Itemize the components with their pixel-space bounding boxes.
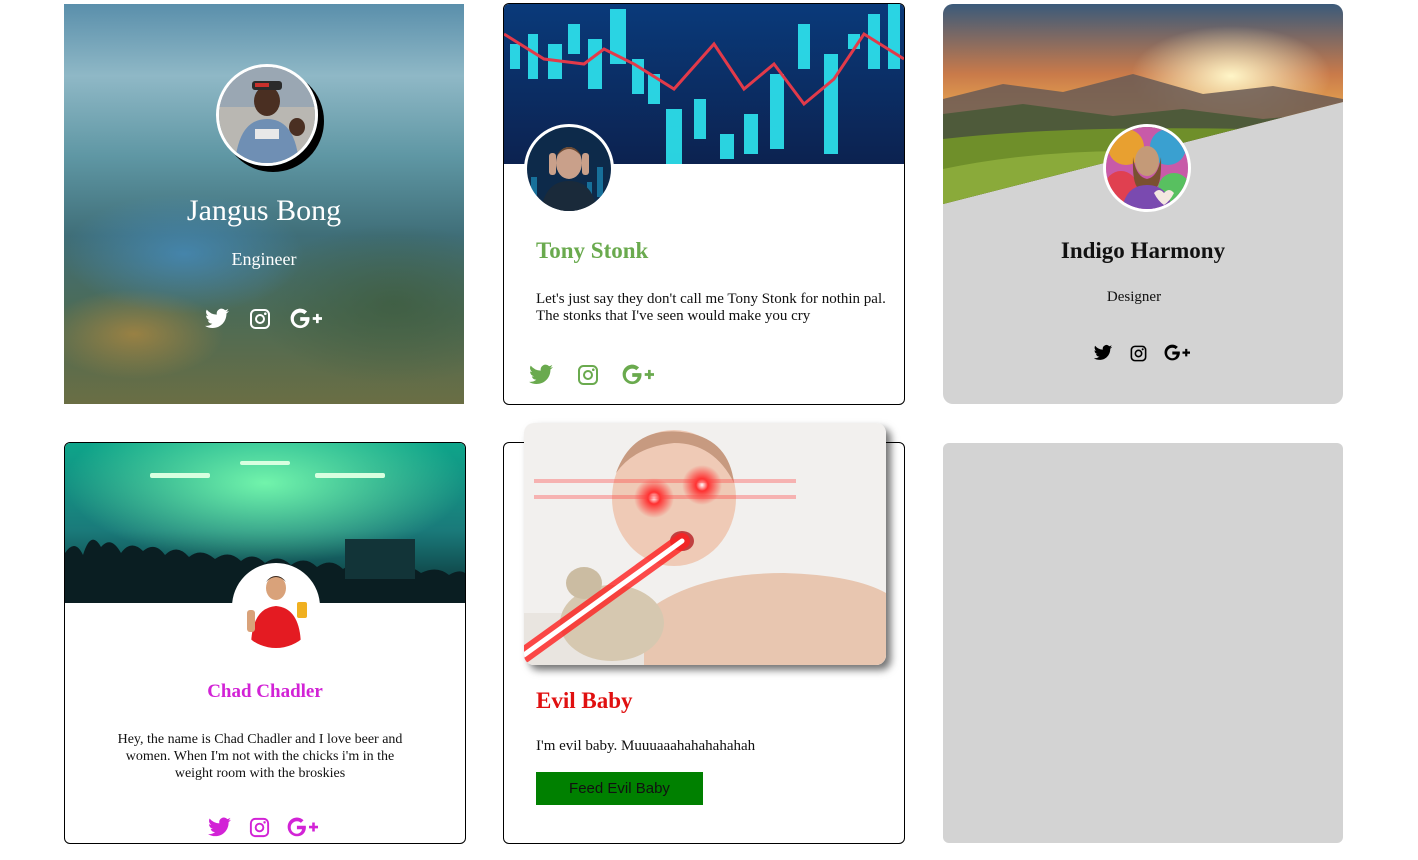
social-links	[1093, 343, 1190, 363]
google-plus-icon[interactable]	[622, 364, 654, 386]
twitter-icon[interactable]	[1093, 343, 1113, 363]
feed-evil-baby-button[interactable]: Feed Evil Baby	[536, 772, 703, 805]
profile-bio: Let's just say they don't call me Tony S…	[536, 291, 886, 324]
social-links	[528, 362, 654, 388]
profile-card-evil-baby: Evil Baby I'm evil baby. Muuuaaahahahaha…	[503, 423, 905, 844]
profile-name: Indigo Harmony	[1060, 238, 1226, 263]
google-plus-icon[interactable]	[287, 817, 318, 838]
profile-name: Jangus Bong	[186, 194, 342, 227]
profile-role: Designer	[1106, 289, 1162, 305]
instagram-icon[interactable]	[248, 307, 272, 331]
profile-card-chad: Chad Chadler Hey, the name is Chad Chadl…	[64, 442, 466, 844]
google-plus-icon[interactable]	[290, 308, 322, 330]
profile-bio: Hey, the name is Chad Chadler and I love…	[117, 732, 403, 781]
google-plus-icon[interactable]	[1164, 344, 1190, 362]
empty-card-panel	[943, 443, 1343, 843]
profile-card-jangus: Jangus Bong Engineer	[64, 4, 464, 404]
twitter-icon[interactable]	[207, 815, 232, 840]
social-links	[207, 815, 318, 840]
profile-card-tony: Tony Stonk Let's just say they don't cal…	[503, 3, 905, 405]
avatar	[524, 124, 614, 214]
avatar	[232, 563, 320, 651]
twitter-icon[interactable]	[204, 306, 230, 332]
avatar	[216, 64, 318, 166]
instagram-icon[interactable]	[1129, 344, 1148, 363]
profile-bio: I'm evil baby. Muuuaaahahahahahah	[536, 738, 756, 754]
profile-name: Tony Stonk	[536, 238, 649, 263]
twitter-icon[interactable]	[528, 362, 554, 388]
social-links	[204, 306, 322, 332]
profile-name: Evil Baby	[536, 688, 633, 713]
instagram-icon[interactable]	[576, 363, 600, 387]
profile-card-indigo: Indigo Harmony Designer	[943, 4, 1343, 404]
profile-role: Engineer	[231, 249, 297, 269]
avatar	[1103, 124, 1191, 212]
profile-name: Chad Chadler	[207, 681, 323, 702]
evil-baby-photo	[524, 423, 886, 665]
instagram-icon[interactable]	[248, 816, 271, 839]
